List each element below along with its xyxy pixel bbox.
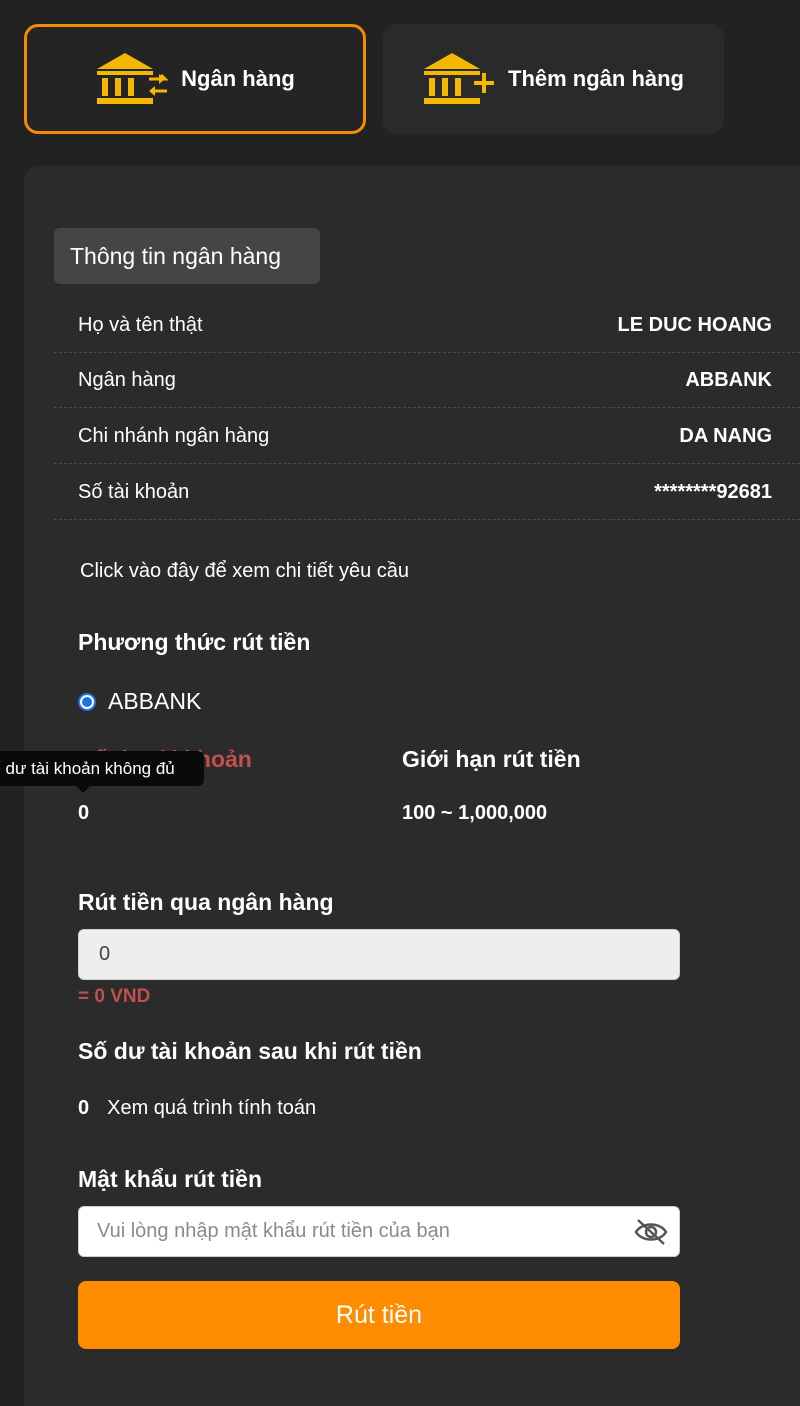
calculation-link[interactable]: Xem quá trình tính toán <box>107 1097 316 1120</box>
after-balance-value: 0 <box>78 1097 90 1119</box>
eye-slash-icon[interactable] <box>634 1216 668 1248</box>
converted-amount: = 0 VND <box>78 986 151 1007</box>
method-option-label: ABBANK <box>108 688 202 714</box>
password-placeholder: Vui lòng nhập mật khẩu rút tiền của bạn <box>97 1220 450 1242</box>
info-value: LE DUC HOANG <box>617 313 772 336</box>
tab-add-bank[interactable]: Thêm ngân hàng <box>382 24 724 134</box>
after-balance-heading: Số dư tài khoản sau khi rút tiền <box>78 1038 422 1064</box>
balance-value: 0 <box>78 802 90 824</box>
tooltip-arrow <box>76 786 90 793</box>
info-label: Chi nhánh ngân hàng <box>78 424 270 447</box>
method-option-abbank[interactable]: ABBANK <box>78 688 201 715</box>
info-label: Họ và tên thật <box>78 313 203 336</box>
info-row-bank: Ngân hàng ABBANK <box>54 353 800 408</box>
info-value: ABBANK <box>685 368 772 391</box>
amount-value: 0 <box>99 943 111 965</box>
bank-transfer-icon <box>95 51 173 107</box>
tab-add-bank-label: Thêm ngân hàng <box>508 66 684 91</box>
info-row-account-number: Số tài khoản ********92681 <box>54 465 800 520</box>
info-value: DA NANG <box>679 424 772 447</box>
info-value: ********92681 <box>654 480 772 503</box>
amount-input[interactable]: 0 <box>78 929 680 980</box>
bank-add-icon <box>422 51 500 107</box>
tab-bank-label: Ngân hàng <box>181 66 295 91</box>
withdraw-submit-button[interactable]: Rút tiền <box>78 1281 680 1349</box>
tooltip-text: Số dư tài khoản không đủ <box>0 758 175 778</box>
limit-label: Giới hạn rút tiền <box>402 746 581 772</box>
bank-info-section-button[interactable]: Thông tin ngân hàng <box>54 228 320 284</box>
after-balance-row: 0 Xem quá trình tính toán <box>78 1097 316 1120</box>
info-label: Số tài khoản <box>78 480 190 503</box>
tab-bank[interactable]: Ngân hàng <box>24 24 366 134</box>
withdraw-method-heading: Phương thức rút tiền <box>78 629 311 655</box>
limit-value: 100 ~ 1,000,000 <box>402 802 548 824</box>
withdraw-password-input[interactable]: Vui lòng nhập mật khẩu rút tiền của bạn <box>78 1206 680 1257</box>
request-details-link[interactable]: Click vào đây để xem chi tiết yêu cầu <box>80 560 409 583</box>
password-heading: Mật khẩu rút tiền <box>78 1166 263 1192</box>
withdraw-bank-heading: Rút tiền qua ngân hàng <box>78 889 334 915</box>
radio-selected[interactable] <box>78 692 96 711</box>
info-row-branch: Chi nhánh ngân hàng DA NANG <box>54 409 800 464</box>
balance-tooltip: Số dư tài khoản không đủ <box>0 751 204 786</box>
info-row-full-name: Họ và tên thật LE DUC HOANG <box>54 298 800 353</box>
info-label: Ngân hàng <box>78 368 176 391</box>
